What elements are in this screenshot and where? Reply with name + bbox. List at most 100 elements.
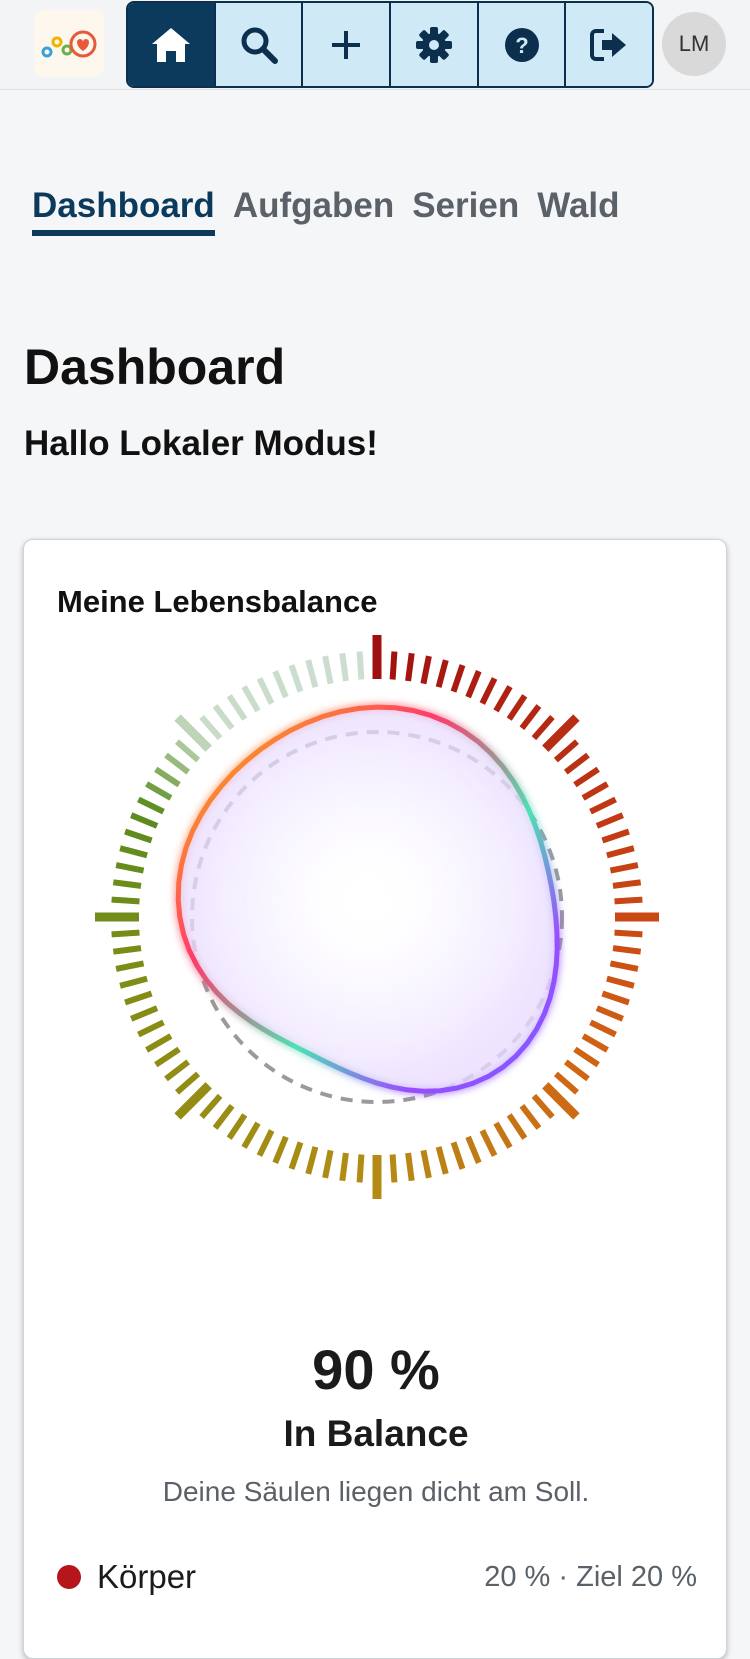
ring-tick [199, 1093, 223, 1119]
ring-tick [601, 828, 630, 844]
tab-serien[interactable]: Serien [412, 186, 519, 236]
ring-tick [137, 1019, 165, 1038]
app-logo[interactable] [34, 10, 104, 77]
ring-tick [389, 1154, 398, 1183]
ring-tick [531, 1093, 555, 1119]
ring-tick [322, 655, 334, 685]
page-title: Dashboard [24, 339, 286, 395]
ring-tick [519, 1103, 542, 1130]
greeting: Hallo Lokaler Modus! [24, 424, 378, 463]
ring-tick [465, 670, 482, 699]
ring-tick [493, 1121, 513, 1149]
ring-tick [175, 739, 201, 763]
ring-tick [581, 781, 609, 801]
home-button[interactable] [128, 3, 216, 86]
ring-tick [493, 685, 513, 713]
ring-tick [589, 796, 617, 815]
ring-tick [130, 812, 159, 829]
ring-tick [124, 990, 153, 1006]
ring-tick [601, 990, 630, 1006]
ring-tick [241, 1121, 261, 1149]
ring-tick [256, 677, 275, 705]
legend-value: 20 % · Ziel 20 % [484, 1560, 697, 1593]
ring-tick [563, 752, 590, 775]
balance-percent: 90 % [312, 1338, 440, 1401]
ring-tick [137, 796, 165, 815]
ring-tick [111, 929, 140, 938]
balance-ring-chart [95, 635, 659, 1199]
ring-tick [241, 685, 261, 713]
logout-icon [590, 28, 627, 61]
balance-shape [175, 704, 560, 1094]
ring-tick [573, 1046, 600, 1068]
ring-tick [305, 659, 319, 688]
main-toolbar: ? [126, 1, 654, 88]
ring-tick [553, 739, 579, 763]
ring-tick [609, 960, 639, 972]
ring-tick [124, 828, 153, 844]
gear-icon [415, 26, 452, 63]
ring-tick [199, 715, 223, 741]
ring-tick [405, 1152, 415, 1182]
help-button[interactable]: ? [478, 3, 567, 86]
ring-tick [589, 1019, 617, 1038]
user-avatar[interactable]: LM [662, 12, 726, 76]
ring-tick [581, 1033, 609, 1053]
tab-dashboard[interactable]: Dashboard [32, 186, 215, 236]
ring-tick [112, 945, 142, 955]
search-icon [241, 27, 278, 64]
ring-tick [506, 694, 528, 721]
ring-tick [531, 715, 555, 741]
ring-tick [212, 1103, 235, 1130]
ring-tick [614, 929, 643, 938]
ring-tick [435, 1146, 449, 1175]
add-button[interactable] [303, 3, 392, 86]
svg-text:?: ? [515, 33, 528, 58]
ring-tick [595, 812, 624, 829]
ring-tick [119, 975, 148, 989]
ring-tick [595, 1005, 624, 1022]
ring-tick [614, 896, 643, 905]
ring-tick [606, 975, 635, 989]
tab-aufgaben[interactable]: Aufgaben [233, 186, 394, 236]
legend-name: Körper [97, 1558, 197, 1595]
ring-tick [405, 652, 415, 682]
ring-tick [272, 670, 289, 699]
ring-tick [435, 659, 449, 688]
card-title: Meine Lebensbalance [57, 584, 378, 619]
ring-tick [305, 1146, 319, 1175]
logout-button[interactable] [566, 3, 652, 86]
ring-tick [609, 862, 639, 874]
ring-tick [420, 1149, 432, 1179]
plus-icon [332, 30, 361, 59]
top-bar: ? LM [0, 0, 750, 90]
ring-tick [115, 862, 145, 874]
ring-tick [288, 664, 304, 693]
ring-tick [465, 1135, 482, 1164]
ring-tick [356, 651, 365, 680]
ring-tick [145, 781, 173, 801]
tab-wald[interactable]: Wald [537, 186, 619, 236]
legend-color-dot [57, 1565, 81, 1589]
ring-tick [226, 694, 248, 721]
ring-tick [450, 664, 466, 693]
ring-tick [111, 896, 140, 905]
ring-tick [322, 1149, 334, 1179]
ring-tick [175, 1071, 201, 1095]
legend-item: Körper 20 % · Ziel 20 % [57, 1555, 697, 1599]
ring-tick [164, 1059, 191, 1082]
ring-tick [450, 1141, 466, 1170]
ring-tick [272, 1135, 289, 1164]
home-icon [151, 27, 190, 62]
ring-tick [553, 1071, 579, 1095]
ring-tick [226, 1113, 248, 1140]
ring-tick [606, 845, 635, 859]
balance-state: In Balance [283, 1413, 469, 1454]
ring-tick [420, 655, 432, 685]
ring-tick [479, 1129, 498, 1157]
ring-tick [130, 1005, 159, 1022]
balance-card: Meine Lebensbalance 90 % In Balance Dein… [23, 539, 727, 1659]
settings-button[interactable] [391, 3, 479, 86]
ring-tick [339, 652, 349, 682]
search-button[interactable] [215, 3, 304, 86]
